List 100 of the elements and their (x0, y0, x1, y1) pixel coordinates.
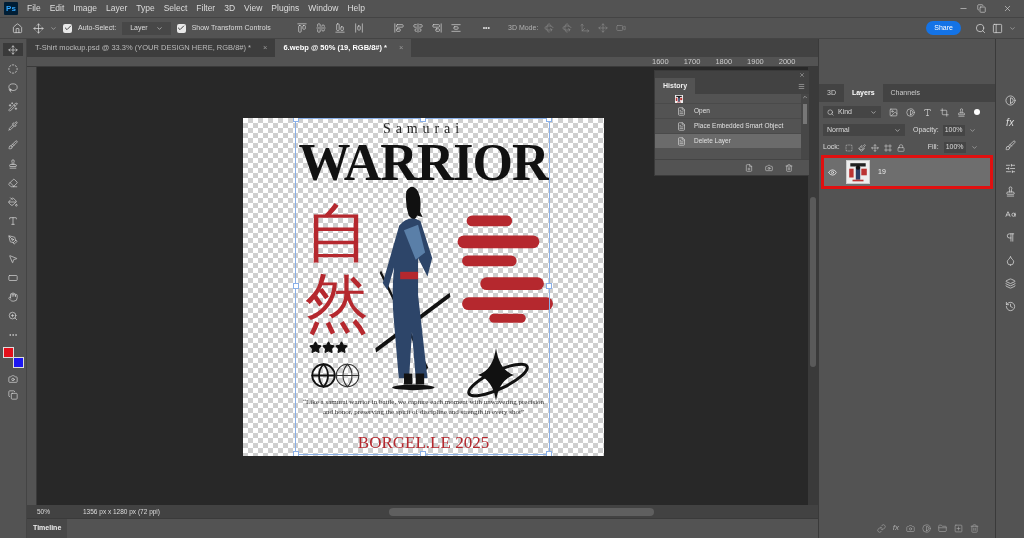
lock-icon[interactable] (896, 143, 905, 152)
type-icon[interactable] (923, 107, 932, 117)
sliders-icon[interactable] (1004, 163, 1016, 174)
paragraph-icon[interactable] (1004, 232, 1016, 243)
caret-icon[interactable] (1009, 24, 1016, 32)
globes-drawing (310, 362, 361, 389)
transform-handle[interactable] (546, 283, 552, 289)
rotate-icon[interactable] (544, 23, 555, 33)
zoom-icon (8, 310, 18, 321)
move-tool[interactable] (3, 43, 23, 56)
trash-icon[interactable] (785, 163, 793, 172)
eraser-icon (8, 177, 18, 188)
move-icon[interactable] (33, 22, 44, 34)
hand-icon (8, 291, 18, 302)
workspace-icon[interactable] (992, 22, 1003, 34)
stars-drawing (309, 341, 348, 354)
fx-icon[interactable]: fx (892, 522, 899, 534)
transform-handle[interactable] (293, 451, 299, 456)
menu-item[interactable]: File (27, 2, 41, 15)
align-icon[interactable] (315, 23, 326, 33)
close-icon[interactable] (799, 71, 805, 78)
layers-icon[interactable] (1004, 278, 1016, 289)
new-layer-icon[interactable] (954, 523, 963, 533)
restore-icon[interactable] (977, 4, 986, 13)
align-icon[interactable] (334, 23, 345, 33)
align-icon[interactable] (412, 23, 423, 33)
caret-icon (870, 108, 877, 116)
folder-icon[interactable] (938, 523, 947, 533)
move-icon (8, 44, 18, 55)
document-icon (677, 121, 686, 131)
horizontal-scrollbar[interactable] (389, 507, 654, 516)
contrast-icon[interactable] (1004, 95, 1016, 106)
align-icon[interactable] (431, 23, 442, 33)
ellipse-marquee-icon (8, 63, 18, 74)
camera-icon[interactable] (765, 163, 773, 172)
image-icon[interactable] (889, 107, 898, 117)
crop-icon[interactable] (940, 107, 949, 117)
transform-handle[interactable] (293, 283, 299, 289)
menu-item[interactable]: Edit (49, 2, 65, 15)
stamp-icon[interactable] (1004, 186, 1016, 197)
menu-item[interactable]: Select (163, 2, 188, 15)
screen-mode-icon[interactable] (8, 390, 18, 400)
contrast-icon[interactable] (906, 107, 915, 117)
app-logo[interactable]: Ps (4, 2, 18, 15)
fx-icon[interactable]: fx (1006, 118, 1014, 128)
scroll-up-icon[interactable] (802, 94, 808, 100)
search-icon[interactable] (975, 22, 986, 34)
orbit-icon[interactable] (562, 23, 573, 33)
stamp-icon (8, 158, 18, 169)
menu-item[interactable]: Filter (196, 2, 216, 15)
eyedropper-icon (8, 120, 18, 131)
checkbox[interactable] (63, 23, 72, 33)
new-document-icon[interactable] (745, 163, 753, 172)
menu-item[interactable]: Window (308, 2, 339, 15)
align-icon[interactable] (353, 23, 364, 33)
align-icon[interactable] (393, 23, 404, 33)
brush-icon[interactable] (857, 143, 866, 152)
pen-icon (8, 234, 18, 245)
caret-icon[interactable] (970, 144, 978, 151)
close-icon[interactable] (1003, 4, 1012, 13)
menu-item[interactable]: Plugins (271, 2, 300, 15)
caret-icon[interactable] (50, 24, 57, 32)
design-title: WARRIOR (298, 137, 549, 189)
signature-text: BORGEL.LE 2025 (356, 434, 491, 451)
droplet-icon[interactable] (1004, 255, 1016, 266)
align-icon[interactable] (450, 23, 461, 33)
camera-icon[interactable] (616, 23, 627, 33)
menu-item[interactable]: 3D (224, 2, 236, 15)
transform-handle[interactable] (420, 451, 426, 456)
character-icon[interactable] (1004, 209, 1016, 220)
adjustment-icon[interactable] (922, 523, 931, 533)
pan-icon[interactable] (598, 23, 609, 33)
foreground-swatch[interactable] (2, 347, 14, 358)
document-icon (677, 106, 686, 116)
menu-item[interactable]: Help (347, 2, 365, 15)
brush-icon[interactable] (1004, 140, 1016, 151)
menu-item[interactable]: Layer (106, 2, 128, 15)
vertical-scrollbar[interactable] (808, 67, 818, 505)
lasso-icon (8, 82, 18, 93)
move-icon[interactable] (870, 143, 879, 152)
history-icon[interactable] (1004, 301, 1016, 312)
link-icon[interactable] (876, 523, 886, 533)
artboard-icon[interactable] (883, 143, 892, 152)
trash-icon[interactable] (970, 523, 979, 533)
caret-icon[interactable] (968, 126, 976, 134)
align-icon[interactable] (296, 23, 307, 33)
visibility-eye-icon[interactable] (828, 167, 837, 177)
stamp-icon[interactable] (957, 107, 966, 117)
checkbox[interactable] (176, 23, 186, 33)
home-icon[interactable] (12, 22, 23, 34)
menu-item[interactable]: Image (73, 2, 97, 15)
checker-icon[interactable] (844, 143, 853, 152)
transform-box[interactable] (295, 118, 550, 455)
scrollbar[interactable] (801, 94, 809, 159)
menu-icon[interactable] (798, 82, 805, 90)
menu-item[interactable]: View (244, 2, 263, 15)
transform-handle[interactable] (546, 451, 552, 456)
background-swatch[interactable] (12, 357, 24, 368)
menu-item[interactable]: Type (136, 2, 155, 15)
search-icon (827, 108, 834, 116)
